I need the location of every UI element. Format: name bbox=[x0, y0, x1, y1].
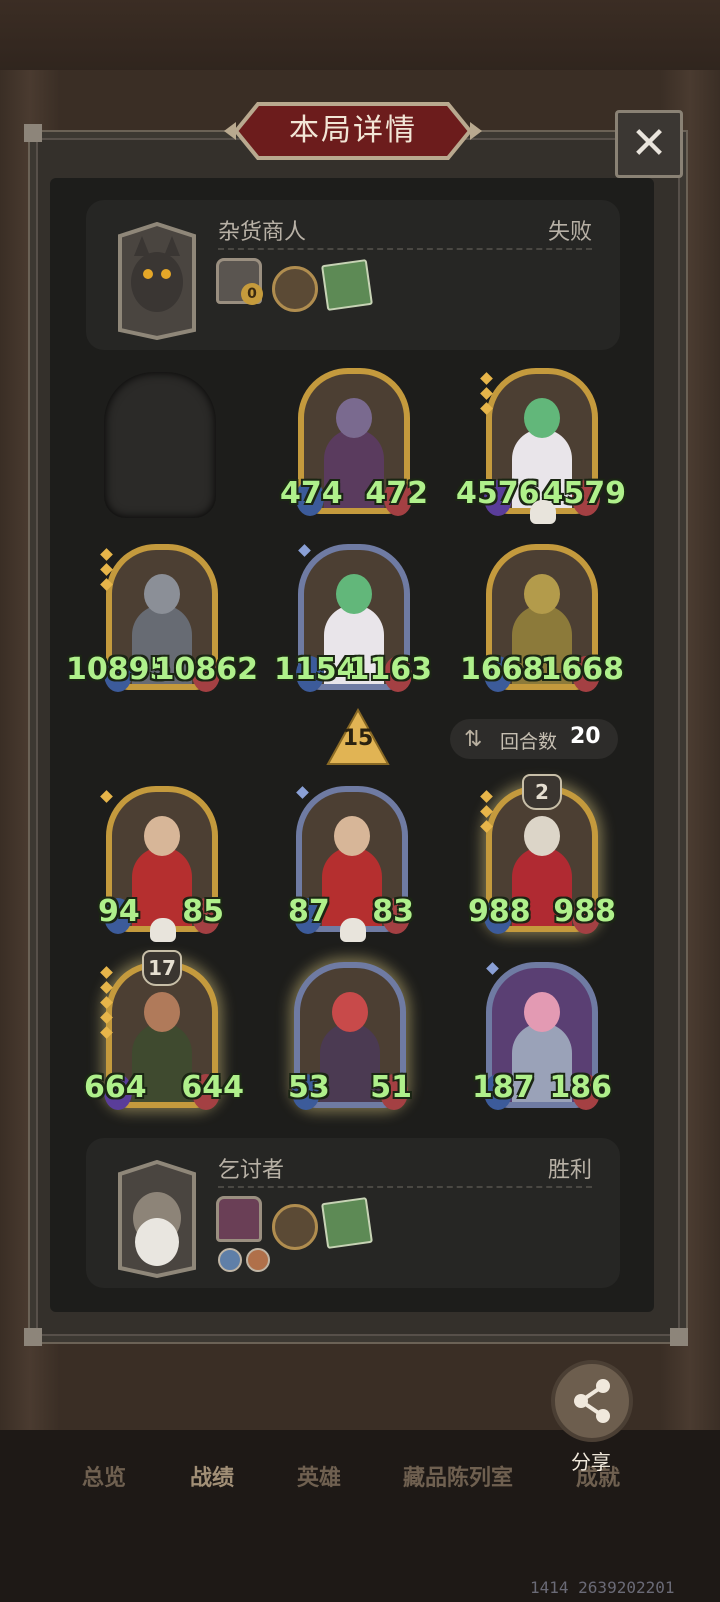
skull-icon bbox=[530, 500, 556, 524]
attack-value: 1154 bbox=[274, 652, 358, 687]
level-badge: 2 bbox=[522, 774, 562, 810]
share-label: 分享 bbox=[571, 1450, 611, 1474]
health-value: 1668 bbox=[540, 652, 625, 687]
attack-value: 664 bbox=[84, 1070, 147, 1105]
skull-icon bbox=[340, 918, 366, 942]
hero-card-icon[interactable] bbox=[216, 1196, 262, 1242]
minion-card[interactable]: 1154 1163 bbox=[274, 544, 432, 692]
opponent-portrait[interactable] bbox=[112, 221, 202, 341]
minion-card[interactable]: 94 85 bbox=[98, 786, 224, 942]
user-id: 1414 2639202201 bbox=[530, 1578, 675, 1597]
minion-card[interactable]: 17 664 644 bbox=[84, 950, 244, 1110]
rounds-label: 回合数 bbox=[500, 731, 558, 753]
level-badge: 17 bbox=[142, 950, 182, 986]
star-rank bbox=[100, 790, 113, 807]
close-icon: ✕ bbox=[630, 118, 668, 169]
hero-card-icon[interactable]: 0 bbox=[216, 258, 263, 305]
star-rank bbox=[100, 966, 113, 1043]
frame-corner bbox=[24, 124, 42, 142]
nav-overview[interactable]: 总览 bbox=[82, 1460, 126, 1492]
minion-card[interactable]: 87 83 bbox=[288, 786, 414, 942]
page-title: 本局详情 bbox=[289, 113, 417, 148]
nav-record[interactable]: 战绩 bbox=[190, 1460, 234, 1492]
star-rank bbox=[480, 372, 493, 419]
health-value: 51 bbox=[370, 1070, 412, 1105]
opponent-panel: 杂货商人 失败 0 bbox=[86, 200, 620, 350]
divider bbox=[218, 1186, 592, 1188]
player-name: 乞讨者 bbox=[218, 1158, 285, 1183]
turn-number: 15 bbox=[342, 726, 374, 751]
count-badge: 0 bbox=[241, 283, 263, 305]
attack-value: 4576 bbox=[456, 476, 540, 511]
skill-icon[interactable] bbox=[246, 1248, 270, 1272]
share-icon bbox=[574, 1379, 610, 1423]
attack-value: 474 bbox=[280, 476, 343, 511]
bottom-nav bbox=[0, 1430, 720, 1602]
minion-card[interactable]: 53 51 bbox=[288, 962, 412, 1110]
rounds-counter: ⇅ 回合数 20 bbox=[450, 719, 618, 759]
treasure-icon[interactable] bbox=[272, 266, 318, 312]
turn-marker: 15 bbox=[326, 708, 390, 766]
title-banner: 本局详情 bbox=[222, 100, 484, 162]
health-value: 644 bbox=[181, 1070, 244, 1105]
silver-gem-icon bbox=[298, 544, 311, 557]
health-value: 83 bbox=[372, 894, 414, 929]
rounds-value: 20 bbox=[570, 724, 601, 749]
opponent-result: 失败 bbox=[547, 220, 592, 245]
minion-card[interactable]: 1668 1668 bbox=[460, 544, 624, 692]
nav-collection[interactable]: 藏品陈列室 bbox=[403, 1460, 513, 1492]
minion-card[interactable]: 10895 10862 bbox=[66, 544, 258, 692]
health-value: 472 bbox=[365, 476, 428, 511]
health-value: 4579 bbox=[542, 476, 627, 511]
minion-card[interactable]: 187 186 bbox=[472, 962, 612, 1110]
health-value: 1163 bbox=[348, 652, 433, 687]
divider bbox=[218, 248, 592, 250]
star-rank bbox=[100, 548, 113, 595]
skill-icon[interactable] bbox=[218, 1248, 242, 1272]
attack-value: 988 bbox=[468, 894, 531, 929]
treasure-icon[interactable] bbox=[272, 1204, 318, 1250]
star-rank bbox=[480, 790, 493, 837]
frame-corner bbox=[24, 1328, 42, 1346]
health-value: 85 bbox=[182, 894, 224, 929]
swap-icon: ⇅ bbox=[464, 727, 483, 752]
player-panel: 乞讨者 胜利 bbox=[86, 1138, 620, 1288]
opponent-name: 杂货商人 bbox=[218, 220, 307, 245]
health-value: 988 bbox=[553, 894, 616, 929]
share-button[interactable] bbox=[551, 1360, 633, 1442]
attack-value: 1668 bbox=[460, 652, 544, 687]
health-value: 10862 bbox=[153, 652, 258, 687]
attack-value: 94 bbox=[98, 894, 140, 929]
silver-gem-icon bbox=[486, 962, 499, 975]
empty-card-slot bbox=[104, 372, 216, 518]
book-icon[interactable] bbox=[321, 259, 373, 311]
minion-card[interactable]: 474 472 bbox=[280, 368, 428, 516]
skull-icon bbox=[150, 918, 176, 942]
nav-heroes[interactable]: 英雄 bbox=[297, 1460, 341, 1492]
minion-card[interactable]: 2 988 988 bbox=[468, 774, 616, 934]
book-icon[interactable] bbox=[321, 1197, 373, 1249]
health-value: 186 bbox=[549, 1070, 612, 1105]
minion-card[interactable]: 4576 4579 bbox=[456, 368, 626, 524]
player-result: 胜利 bbox=[547, 1158, 592, 1183]
attack-value: 87 bbox=[288, 894, 330, 929]
frame-corner bbox=[670, 1328, 688, 1346]
close-button[interactable]: ✕ bbox=[615, 110, 683, 178]
silver-gem-icon bbox=[296, 786, 309, 799]
attack-value: 187 bbox=[472, 1070, 535, 1105]
player-portrait[interactable] bbox=[112, 1159, 202, 1279]
attack-value: 53 bbox=[288, 1070, 330, 1105]
